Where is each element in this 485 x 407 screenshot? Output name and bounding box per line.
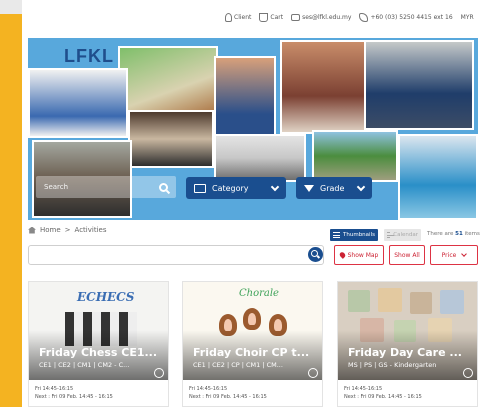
count-suffix: items [464,231,480,237]
cart-icon [259,12,269,22]
email-text: ses@lfkl.edu.my [302,13,352,21]
banner-photo-students [364,40,474,130]
currency-selector[interactable]: MYR [461,14,474,21]
item-count: There are 51 items [427,231,480,237]
chevron-down-icon [461,251,468,257]
map-pin-icon [338,251,346,259]
choir-singer [243,308,261,330]
card-subtitle: MS | PS | GS - Kindergarten [348,361,437,369]
show-all-label: Show All [394,251,420,259]
calendar-icon [387,232,395,238]
phone-text: +60 (03) 5250 4415 ext 16 [370,13,453,21]
card-title[interactable]: Friday Chess CE1... [39,346,164,359]
calendar-view-button[interactable]: Calendar [384,229,421,241]
banner-photo-boy [214,56,276,140]
client-link[interactable]: Client [225,12,252,22]
favorite-icon[interactable] [463,368,473,378]
phone-icon [359,12,369,22]
breadcrumb-home[interactable]: Home [40,226,61,234]
banner-photo-field [312,130,398,182]
show-map-label: Show Map [347,251,379,259]
chevron-down-icon [270,182,280,191]
banner-photo-lab [214,134,306,182]
top-bar: Client Cart ses@lfkl.edu.my +60 (03) 525… [225,10,485,24]
card-subtitle: CE1 | CE2 | CM1 | CM2 - C... [39,361,130,369]
favorite-icon[interactable] [154,368,164,378]
card-image-caption: ECHECS [77,290,135,304]
breadcrumb-current: Activities [74,226,107,234]
banner-photo-pool [398,134,478,220]
breadcrumb: Home > Activities [28,226,106,234]
show-all-button[interactable]: Show All [389,245,425,265]
user-icon [225,12,232,22]
activity-card[interactable]: ECHECS Friday Chess CE1... CE1 | CE2 | C… [28,281,169,407]
email-link[interactable]: ses@lfkl.edu.my [291,13,352,21]
toy-block [410,292,432,314]
search-icon[interactable] [308,247,323,262]
phone-link[interactable]: +60 (03) 5250 4415 ext 16 [359,12,453,22]
search-icon[interactable] [159,182,168,192]
price-label: Price [441,251,457,259]
favorite-icon[interactable] [308,368,318,378]
toy-block [440,290,464,314]
card-subtitle: CE1 | CE2 | CP | CM1 | CM... [193,361,283,369]
card-next-session: Next : Fri 09 Feb. 14:45 - 16:15 [189,394,267,400]
activity-card[interactable]: Chorale Friday Choir CP t... CE1 | CE2 |… [182,281,323,407]
banner-photo-school [28,68,128,138]
banner-photo-group [128,110,214,168]
banner-photo-kids-play [118,46,218,118]
grade-dropdown[interactable]: Grade [296,177,372,199]
list-icon [333,232,340,238]
mail-icon [291,13,301,21]
search-placeholder: Search [44,183,69,191]
thumbnails-view-button[interactable]: Thumbnails [330,229,378,241]
price-sort-dropdown[interactable]: Price [430,245,478,265]
cart-link[interactable]: Cart [259,12,284,22]
chevron-down-icon [356,182,366,191]
toy-block [348,290,370,312]
client-label: Client [234,13,252,21]
folder-icon [194,183,206,193]
side-strip-cap [0,0,22,14]
card-title[interactable]: Friday Choir CP t... [193,346,318,359]
activity-search-input[interactable] [28,245,324,265]
thumbnails-label: Thumbnails [343,232,375,238]
side-accent-strip [0,0,22,407]
home-icon [28,226,36,234]
count-value: 51 [455,231,463,237]
banner-photo-swimmer [280,40,366,134]
card-schedule: Fri 14:45-16:15 [35,386,74,392]
card-schedule: Fri 14:45-16:15 [189,386,228,392]
lfkl-logo: LFKL [64,46,114,66]
card-next-session: Next : Fri 09 Feb. 14:45 - 16:15 [35,394,113,400]
category-label: Category [212,183,249,193]
toy-block [378,288,402,312]
calendar-label: Calendar [393,232,418,238]
activity-card[interactable]: Friday Day Care ... MS | PS | GS - Kinde… [337,281,478,407]
cart-label: Cart [270,13,284,21]
card-title[interactable]: Friday Day Care ... [348,346,473,359]
count-prefix: There are [427,231,454,237]
show-map-button[interactable]: Show Map [334,245,384,265]
breadcrumb-separator: > [64,226,71,234]
card-image-caption: Chorale [239,288,279,299]
grade-label: Grade [320,183,345,193]
card-schedule: Fri 14:45-16:15 [344,386,383,392]
card-next-session: Next : Fri 09 Feb. 14:45 - 16:15 [344,394,422,400]
filter-icon [304,184,314,192]
category-dropdown[interactable]: Category [186,177,286,199]
banner-search-input[interactable]: Search [36,176,176,198]
